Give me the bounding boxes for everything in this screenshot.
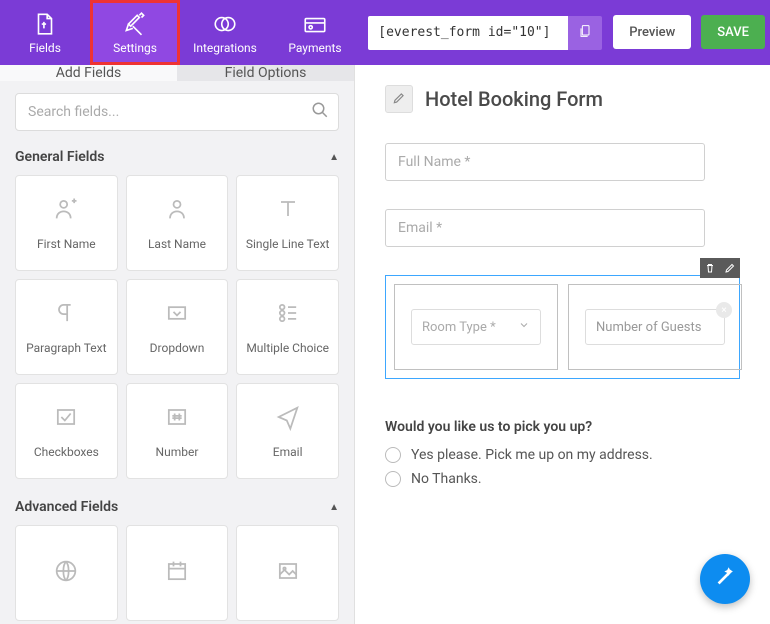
guests-placeholder: Number of Guests bbox=[596, 320, 701, 335]
send-icon bbox=[274, 403, 302, 435]
radio-icon bbox=[385, 471, 401, 487]
radio-list-icon bbox=[274, 299, 302, 331]
field-label: Checkboxes bbox=[34, 445, 99, 459]
fab-button[interactable] bbox=[700, 554, 750, 604]
form-title: Hotel Booking Form bbox=[425, 87, 603, 111]
nav-fields[interactable]: Fields bbox=[0, 0, 90, 65]
field-number[interactable]: Number bbox=[126, 383, 229, 479]
form-preview: Hotel Booking Form Room Type * bbox=[355, 65, 770, 624]
text-icon bbox=[274, 195, 302, 227]
room-type-select[interactable]: Room Type * bbox=[411, 309, 541, 345]
caret-up-icon: ▲ bbox=[329, 152, 339, 163]
payments-icon bbox=[302, 11, 328, 37]
nav-payments[interactable]: Payments bbox=[270, 0, 360, 65]
pickup-no-label: No Thanks. bbox=[411, 471, 482, 487]
fields-icon bbox=[32, 11, 58, 37]
radio-icon bbox=[385, 447, 401, 463]
pencil-icon bbox=[392, 90, 406, 109]
nav-integrations-label: Integrations bbox=[193, 41, 257, 55]
selected-field-row[interactable]: Room Type * Number of Guests × bbox=[385, 275, 740, 379]
room-type-placeholder: Room Type * bbox=[422, 320, 496, 335]
pickup-question: Would you like us to pick you up? bbox=[385, 419, 740, 435]
edit-title-button[interactable] bbox=[385, 85, 413, 113]
pickup-yes-label: Yes please. Pick me up on my address. bbox=[411, 447, 653, 463]
magic-wand-icon bbox=[714, 566, 736, 592]
field-email[interactable]: Email bbox=[236, 383, 339, 479]
section-general-fields[interactable]: General Fields ▲ bbox=[15, 143, 339, 175]
settings-icon bbox=[122, 11, 148, 37]
chevron-down-icon bbox=[518, 319, 530, 335]
delete-field-button[interactable] bbox=[700, 258, 720, 278]
tab-add-fields[interactable]: Add Fields bbox=[0, 65, 177, 81]
section-advanced-label: Advanced Fields bbox=[15, 499, 118, 515]
person-icon bbox=[163, 195, 191, 227]
caret-up-icon: ▲ bbox=[329, 502, 339, 513]
clear-icon[interactable]: × bbox=[716, 302, 732, 318]
field-dropdown[interactable]: Dropdown bbox=[126, 279, 229, 375]
paragraph-icon bbox=[52, 299, 80, 331]
field-label: Multiple Choice bbox=[246, 341, 329, 355]
calendar-icon bbox=[163, 557, 191, 589]
hash-icon bbox=[163, 403, 191, 435]
search-icon bbox=[311, 101, 329, 123]
field-last-name[interactable]: Last Name bbox=[126, 175, 229, 271]
field-first-name[interactable]: First Name bbox=[15, 175, 118, 271]
checkbox-icon bbox=[52, 403, 80, 435]
nav-integrations[interactable]: Integrations bbox=[180, 0, 270, 65]
save-button[interactable]: SAVE bbox=[701, 15, 765, 49]
pickup-option-yes[interactable]: Yes please. Pick me up on my address. bbox=[385, 447, 740, 463]
field-advanced-1[interactable] bbox=[15, 525, 118, 621]
full-name-input[interactable] bbox=[385, 143, 705, 181]
pickup-option-no[interactable]: No Thanks. bbox=[385, 471, 740, 487]
shortcode-box bbox=[368, 15, 602, 50]
field-advanced-2[interactable] bbox=[126, 525, 229, 621]
field-checkboxes[interactable]: Checkboxes bbox=[15, 383, 118, 479]
integrations-icon bbox=[212, 11, 238, 37]
nav-settings[interactable]: Settings bbox=[90, 0, 180, 65]
field-multiple-choice[interactable]: Multiple Choice bbox=[236, 279, 339, 375]
field-advanced-3[interactable] bbox=[236, 525, 339, 621]
edit-field-button[interactable] bbox=[720, 258, 740, 278]
number-of-guests-column[interactable]: Number of Guests × bbox=[568, 284, 742, 370]
nav-payments-label: Payments bbox=[288, 41, 341, 55]
email-input[interactable] bbox=[385, 209, 705, 247]
section-general-label: General Fields bbox=[15, 149, 104, 165]
trash-icon bbox=[704, 259, 716, 278]
clipboard-icon bbox=[577, 23, 593, 43]
shortcode-input[interactable] bbox=[368, 16, 568, 50]
tab-field-options[interactable]: Field Options bbox=[177, 65, 354, 81]
field-label: Number bbox=[156, 445, 199, 459]
number-of-guests-input[interactable]: Number of Guests × bbox=[585, 309, 725, 345]
field-label: Last Name bbox=[148, 237, 206, 251]
globe-icon bbox=[52, 557, 80, 589]
search-input[interactable] bbox=[15, 93, 339, 131]
person-icon bbox=[52, 195, 80, 227]
field-label: Single Line Text bbox=[246, 237, 330, 251]
field-label: First Name bbox=[37, 237, 96, 251]
top-toolbar: Fields Settings Integrations Payments Pr… bbox=[0, 0, 770, 65]
section-advanced-fields[interactable]: Advanced Fields ▲ bbox=[15, 493, 339, 525]
pencil-icon bbox=[724, 259, 736, 278]
field-label: Paragraph Text bbox=[26, 341, 106, 355]
nav-settings-label: Settings bbox=[113, 41, 157, 55]
copy-shortcode-button[interactable] bbox=[568, 16, 602, 50]
sidebar: Add Fields Field Options General Fields … bbox=[0, 65, 355, 624]
dropdown-icon bbox=[163, 299, 191, 331]
preview-button[interactable]: Preview bbox=[613, 15, 691, 49]
field-label: Dropdown bbox=[150, 341, 205, 355]
field-single-line[interactable]: Single Line Text bbox=[236, 175, 339, 271]
field-paragraph[interactable]: Paragraph Text bbox=[15, 279, 118, 375]
room-type-column[interactable]: Room Type * bbox=[394, 284, 558, 370]
nav-fields-label: Fields bbox=[29, 41, 61, 55]
image-icon bbox=[274, 557, 302, 589]
field-label: Email bbox=[273, 445, 303, 459]
